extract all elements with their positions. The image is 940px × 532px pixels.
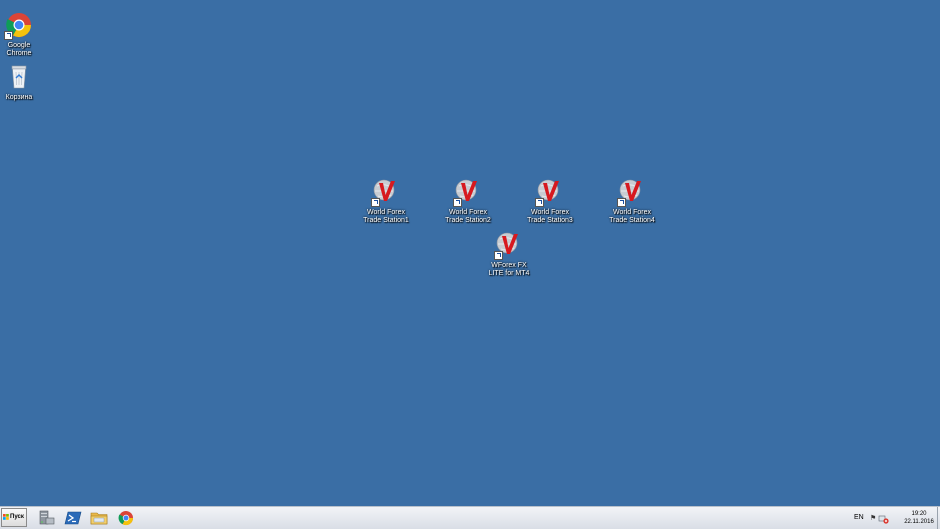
network-status-icon[interactable] — [878, 513, 890, 525]
wforex-icon — [535, 177, 565, 207]
wforex-icon — [453, 177, 483, 207]
shortcut-arrow-icon — [4, 31, 13, 40]
desktop-icon-trade-station2[interactable]: World Forex Trade Station2 — [436, 177, 500, 225]
clock-time: 19:20 — [911, 511, 927, 517]
desktop-icon-label: World Forex Trade Station4 — [609, 209, 655, 224]
taskbar-clock[interactable]: 19:20 22.11.2016 — [900, 510, 938, 526]
chrome-icon — [118, 511, 134, 526]
shortcut-arrow-icon — [453, 198, 462, 207]
desktop-icon-google-chrome[interactable]: Google Chrome — [0, 10, 51, 58]
windows-logo-icon — [3, 514, 9, 520]
chrome-icon — [4, 10, 34, 40]
desktop-icon-label: World Forex Trade Station3 — [527, 209, 573, 224]
powershell-icon — [64, 511, 82, 525]
server-manager-icon — [39, 510, 55, 525]
shortcut-arrow-icon — [535, 198, 544, 207]
wforex-icon — [371, 177, 401, 207]
file-explorer-icon — [90, 512, 108, 525]
desktop-icon-label: Корзина — [5, 94, 33, 101]
desktop-icon-trade-station1[interactable]: World Forex Trade Station1 — [354, 177, 418, 225]
wforex-icon — [494, 230, 524, 260]
desktop-icon-label: World Forex Trade Station1 — [363, 209, 409, 224]
wforex-icon — [617, 177, 647, 207]
shortcut-arrow-icon — [371, 198, 380, 207]
taskbar: Пуск EN ⚑ 19:20 22.11.2016 — [0, 506, 940, 529]
desktop-icon-label: WForex FX LITE for MT4 — [488, 262, 530, 277]
desktop: Google Chrome Корзина World Forex Trade … — [0, 0, 940, 506]
desktop-icon-recycle-bin[interactable]: Корзина — [0, 62, 51, 102]
action-center-flag-icon[interactable]: ⚑ — [870, 514, 876, 522]
desktop-icon-trade-station3[interactable]: World Forex Trade Station3 — [518, 177, 582, 225]
taskbar-powershell[interactable] — [63, 509, 83, 527]
shortcut-arrow-icon — [617, 198, 626, 207]
desktop-icon-label: World Forex Trade Station2 — [445, 209, 491, 224]
clock-date: 22.11.2016 — [904, 519, 934, 525]
taskbar-file-explorer[interactable] — [89, 509, 109, 527]
language-indicator[interactable]: EN — [854, 514, 864, 521]
taskbar-server-manager[interactable] — [36, 509, 56, 527]
desktop-icon-label: Google Chrome — [6, 42, 32, 57]
start-label: Пуск — [10, 514, 24, 520]
desktop-icon-wforex-fx-lite[interactable]: WForex FX LITE for MT4 — [477, 230, 541, 278]
start-button[interactable]: Пуск — [1, 508, 27, 527]
taskbar-chrome[interactable] — [116, 509, 136, 527]
desktop-icon-trade-station4[interactable]: World Forex Trade Station4 — [600, 177, 664, 225]
recycle-bin-icon — [4, 62, 34, 92]
shortcut-arrow-icon — [494, 251, 503, 260]
